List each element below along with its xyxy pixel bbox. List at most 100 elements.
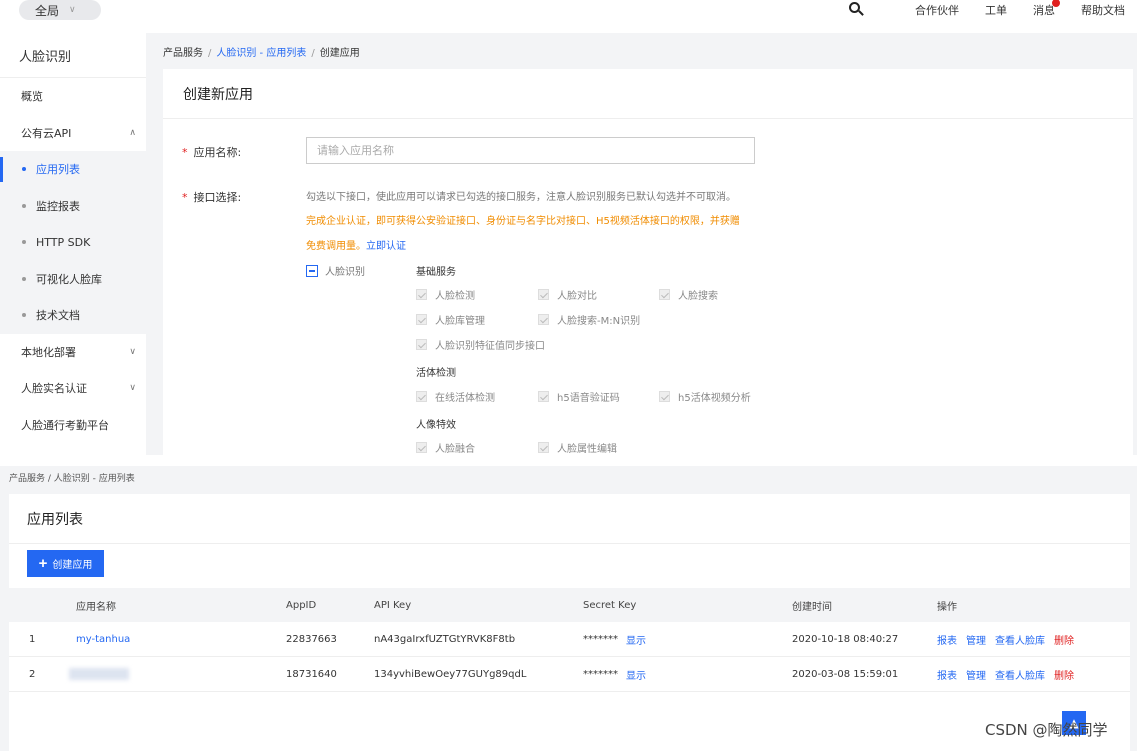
group-label: 人脸识别 xyxy=(325,267,365,278)
certify-now-link[interactable]: 立即认证 xyxy=(366,241,406,252)
free-quota-text: 免费调用量。 xyxy=(306,241,366,252)
column-header-secret-key: Secret Key xyxy=(583,599,637,611)
category-basic-services: 基础服务 xyxy=(416,267,456,278)
create-app-button[interactable]: + 创建应用 xyxy=(27,550,104,577)
sidebar-item-monitor-report[interactable]: 监控报表 xyxy=(0,188,146,225)
scope-label: 全局 xyxy=(35,3,60,18)
sidebar-section-realname[interactable]: 人脸实名认证 ∨ xyxy=(0,370,146,407)
app-list-page: 产品服务 / 人脸识别 - 应用列表 应用列表 + 创建应用 应用名称 AppID… xyxy=(0,466,1137,751)
checkbox-label: 人脸检测 xyxy=(435,291,475,302)
checkbox-icon xyxy=(659,391,670,402)
manage-link[interactable]: 管理 xyxy=(966,632,986,647)
column-header-api-key: API Key xyxy=(374,599,412,611)
face-recognition-group-checkbox[interactable]: 人脸识别 xyxy=(306,263,365,278)
bullet-icon xyxy=(22,313,26,318)
api-key: nA43gaIrxfUZTGtYRVK8F8tb xyxy=(374,633,516,645)
bullet-icon xyxy=(22,276,26,281)
indeterminate-checkbox-icon xyxy=(306,264,318,277)
view-face-library-link[interactable]: 查看人脸库 xyxy=(995,632,1045,647)
secret-key-masked: ******* xyxy=(583,633,618,645)
checkbox-label: 人脸搜索-M:N识别 xyxy=(557,316,641,327)
manage-link[interactable]: 管理 xyxy=(966,667,986,682)
app-name-label: * 应用名称: xyxy=(182,146,242,159)
row-index: 1 xyxy=(29,633,36,645)
app-name-link[interactable]: my-tanhua xyxy=(76,622,130,656)
nav-messages-label: 消息 xyxy=(1033,4,1055,17)
checkbox-icon xyxy=(538,442,549,453)
checkbox-face-merge[interactable]: 人脸融合 xyxy=(416,440,475,455)
nav-help-docs[interactable]: 帮助文档 xyxy=(1081,2,1125,18)
create-app-card: 创建新应用 *应用名称: *接口选择: 勾选以下接口，使此应用可以请求已勾选的接… xyxy=(163,69,1133,455)
sidebar-item-overview[interactable]: 概览 xyxy=(0,78,146,115)
top-nav: 合作伙伴 工单 消息 帮助文档 xyxy=(847,0,1125,20)
checkbox-label: h5语音验证码 xyxy=(557,393,620,404)
sidebar-item-tech-docs[interactable]: 技术文档 xyxy=(0,297,146,334)
checkbox-label: 人脸库管理 xyxy=(435,316,485,327)
sidebar-item-label: 技术文档 xyxy=(36,309,80,323)
sidebar-section-public-api[interactable]: 公有云API ∧ xyxy=(0,115,146,152)
report-link[interactable]: 报表 xyxy=(937,667,957,682)
sidebar-item-http-sdk[interactable]: HTTP SDK xyxy=(0,224,146,261)
enterprise-cert-notice: 完成企业认证，即可获得公安验证接口、身份证与名字比对接口、H5视频活体接口的权限… xyxy=(306,216,740,227)
search-icon[interactable] xyxy=(847,1,865,19)
api-select-label-text: 接口选择: xyxy=(193,191,242,204)
sidebar-item-label: 可视化人脸库 xyxy=(36,272,102,286)
checkbox-face-attr-edit[interactable]: 人脸属性编辑 xyxy=(538,440,617,455)
app-name-input[interactable] xyxy=(306,137,755,164)
secret-key-masked: ******* xyxy=(583,668,618,680)
view-face-library-link[interactable]: 查看人脸库 xyxy=(995,667,1045,682)
checkbox-label: 在线活体检测 xyxy=(435,393,495,404)
column-header-appid: AppID xyxy=(286,599,317,611)
app-list-title: 应用列表 xyxy=(9,494,1130,544)
sidebar-item-app-list[interactable]: 应用列表 xyxy=(0,151,146,188)
breadcrumb: 产品服务 / 人脸识别 - 应用列表 / 创建应用 xyxy=(163,48,360,59)
secret-key: ******* 显示 xyxy=(583,657,646,691)
column-header-actions: 操作 xyxy=(937,601,957,613)
watermark: CSDN @陶然同学 xyxy=(985,721,1108,739)
checkbox-face-library-manage[interactable]: 人脸库管理 xyxy=(416,312,485,327)
sidebar-item-attendance[interactable]: 人脸通行考勤平台 xyxy=(0,407,146,444)
checkbox-feature-sync[interactable]: 人脸识别特征值同步接口 xyxy=(416,337,545,352)
app-id: 18731640 xyxy=(286,668,337,680)
breadcrumb-link[interactable]: 人脸识别 - 应用列表 xyxy=(216,48,306,59)
table-row: 1 my-tanhua 22837663 nA43gaIrxfUZTGtYRVK… xyxy=(9,622,1130,657)
nav-messages[interactable]: 消息 xyxy=(1033,0,1060,18)
checkbox-label: 人脸搜索 xyxy=(678,291,718,302)
checkbox-face-search[interactable]: 人脸搜索 xyxy=(659,287,718,302)
checkbox-icon xyxy=(416,442,427,453)
row-actions: 报表 管理 查看人脸库 删除 xyxy=(937,622,1083,656)
scope-selector[interactable]: 全局 ∨ xyxy=(19,0,101,20)
notification-dot xyxy=(1052,0,1060,7)
chevron-down-icon: ∨ xyxy=(129,346,136,357)
category-liveness: 活体检测 xyxy=(416,368,456,379)
enterprise-cert-notice-2: 免费调用量。立即认证 xyxy=(306,237,406,252)
checkbox-label: 人脸属性编辑 xyxy=(557,444,617,455)
checkbox-icon xyxy=(416,314,427,325)
sidebar-item-face-library[interactable]: 可视化人脸库 xyxy=(0,261,146,298)
checkbox-h5-voice-code[interactable]: h5语音验证码 xyxy=(538,389,620,404)
show-secret-link[interactable]: 显示 xyxy=(626,667,646,682)
checkbox-face-search-mn[interactable]: 人脸搜索-M:N识别 xyxy=(538,312,640,327)
checkbox-label: h5活体视频分析 xyxy=(678,393,751,404)
sidebar-section-local-deploy[interactable]: 本地化部署 ∨ xyxy=(0,334,146,371)
checkbox-face-detect[interactable]: 人脸检测 xyxy=(416,287,475,302)
create-app-page: 全局 ∨ 合作伙伴 工单 消息 帮助文档 人脸识别 概览 公有云API ∧ 应用… xyxy=(0,0,1137,455)
breadcrumb-root[interactable]: 产品服务 xyxy=(163,48,203,59)
show-secret-link[interactable]: 显示 xyxy=(626,632,646,647)
app-name-redacted[interactable] xyxy=(69,657,129,691)
report-link[interactable]: 报表 xyxy=(937,632,957,647)
checkbox-icon xyxy=(659,289,670,300)
checkbox-icon xyxy=(416,289,427,300)
nav-tickets[interactable]: 工单 xyxy=(985,2,1007,18)
delete-link[interactable]: 删除 xyxy=(1054,632,1074,647)
checkbox-face-compare[interactable]: 人脸对比 xyxy=(538,287,597,302)
chevron-down-icon: ∨ xyxy=(129,383,136,394)
delete-link[interactable]: 删除 xyxy=(1054,667,1074,682)
checkbox-icon xyxy=(416,339,427,350)
checkbox-online-liveness[interactable]: 在线活体检测 xyxy=(416,389,495,404)
page-title: 创建新应用 xyxy=(163,69,1133,119)
nav-partners[interactable]: 合作伙伴 xyxy=(915,2,959,18)
checkbox-label: 人脸对比 xyxy=(557,291,597,302)
checkbox-h5-video-analysis[interactable]: h5活体视频分析 xyxy=(659,389,751,404)
checkbox-icon xyxy=(538,289,549,300)
